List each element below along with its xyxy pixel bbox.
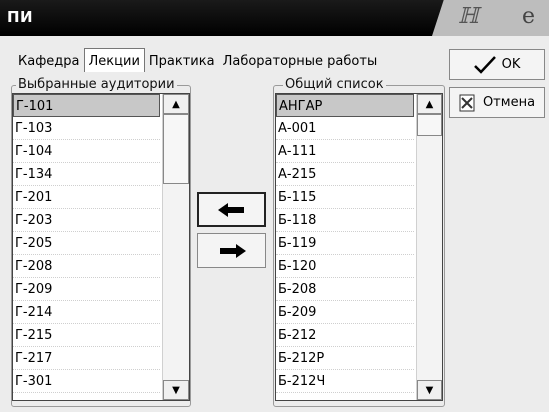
cancel-button-label: Отмена	[482, 95, 536, 110]
general-rooms-scrollbar[interactable]: ▲ ▼	[416, 94, 442, 400]
scroll-up-button[interactable]: ▲	[417, 94, 442, 114]
list-item[interactable]: Г-203	[13, 209, 160, 232]
selected-rooms-label: Выбранные аудитории	[16, 77, 177, 92]
app-logo-icon: ℍ	[458, 4, 479, 29]
list-item[interactable]: Г-215	[13, 324, 160, 347]
ok-button-label: OK	[501, 57, 521, 72]
list-item[interactable]: Б-208	[276, 278, 414, 301]
move-left-button[interactable]	[197, 192, 266, 227]
list-item[interactable]: АНГАР	[276, 94, 414, 117]
list-item[interactable]: Г-205	[13, 232, 160, 255]
list-item[interactable]: Г-134	[13, 163, 160, 186]
arrow-right-icon	[219, 243, 246, 258]
general-list-label: Общий список	[283, 77, 386, 92]
tab-department[interactable]: Кафедра	[14, 50, 84, 72]
list-item[interactable]: Г-201	[13, 186, 160, 209]
list-item[interactable]: Б-212Р	[276, 347, 414, 370]
tab-practice[interactable]: Практика	[145, 50, 219, 72]
tab-lectures[interactable]: Лекции	[83, 48, 145, 72]
cancel-icon	[459, 94, 477, 112]
cancel-button[interactable]: Отмена	[449, 87, 545, 118]
checkmark-icon	[473, 55, 496, 74]
list-item[interactable]: Г-217	[13, 347, 160, 370]
list-item[interactable]: Г-301	[13, 370, 160, 393]
scroll-thumb[interactable]	[163, 114, 189, 184]
list-item[interactable]: Б-119	[276, 232, 414, 255]
list-item[interactable]: Г-214	[13, 301, 160, 324]
general-rooms-list[interactable]: АНГАР А-001 А-111 А-215 Б-115 Б-118 Б-119 Б-120…	[275, 93, 443, 401]
ok-button[interactable]: OK	[449, 49, 545, 80]
move-right-button[interactable]	[197, 233, 266, 268]
scroll-down-button[interactable]: ▼	[163, 380, 189, 400]
scroll-thumb[interactable]	[417, 114, 442, 136]
dialog-window: ПИ ℍ e Кафедра Лекции Практика Лаборатор…	[0, 0, 549, 412]
list-item[interactable]: Г-209	[13, 278, 160, 301]
list-item[interactable]: Б-120	[276, 255, 414, 278]
title-bar-decoration-icon: e	[522, 4, 536, 29]
list-item[interactable]: Б-212Ч	[276, 370, 414, 393]
list-item[interactable]: Г-104	[13, 140, 160, 163]
scroll-up-button[interactable]: ▲	[163, 94, 189, 114]
selected-rooms-scrollbar[interactable]: ▲ ▼	[162, 94, 189, 400]
list-item[interactable]: Б-115	[276, 186, 414, 209]
list-item[interactable]: Г-103	[13, 117, 160, 140]
list-item[interactable]: Б-118	[276, 209, 414, 232]
title-bar[interactable]: ПИ ℍ e	[0, 0, 549, 36]
scroll-down-button[interactable]: ▼	[417, 380, 442, 400]
list-item[interactable]: А-215	[276, 163, 414, 186]
list-item[interactable]: Б-209	[276, 301, 414, 324]
arrow-left-icon	[217, 202, 244, 217]
list-item[interactable]: Б-212	[276, 324, 414, 347]
selected-rooms-list[interactable]: Г-101 Г-103 Г-104 Г-134 Г-201 Г-203 Г-205 Г-208…	[12, 93, 190, 401]
list-item[interactable]: Г-208	[13, 255, 160, 278]
tab-strip: Кафедра Лекции Практика Лабораторные раб…	[14, 48, 382, 74]
list-item[interactable]: А-111	[276, 140, 414, 163]
list-item[interactable]: Г-101	[13, 94, 160, 117]
list-item[interactable]: А-001	[276, 117, 414, 140]
tab-lab-work[interactable]: Лабораторные работы	[219, 50, 382, 72]
window-title: ПИ	[7, 8, 34, 26]
